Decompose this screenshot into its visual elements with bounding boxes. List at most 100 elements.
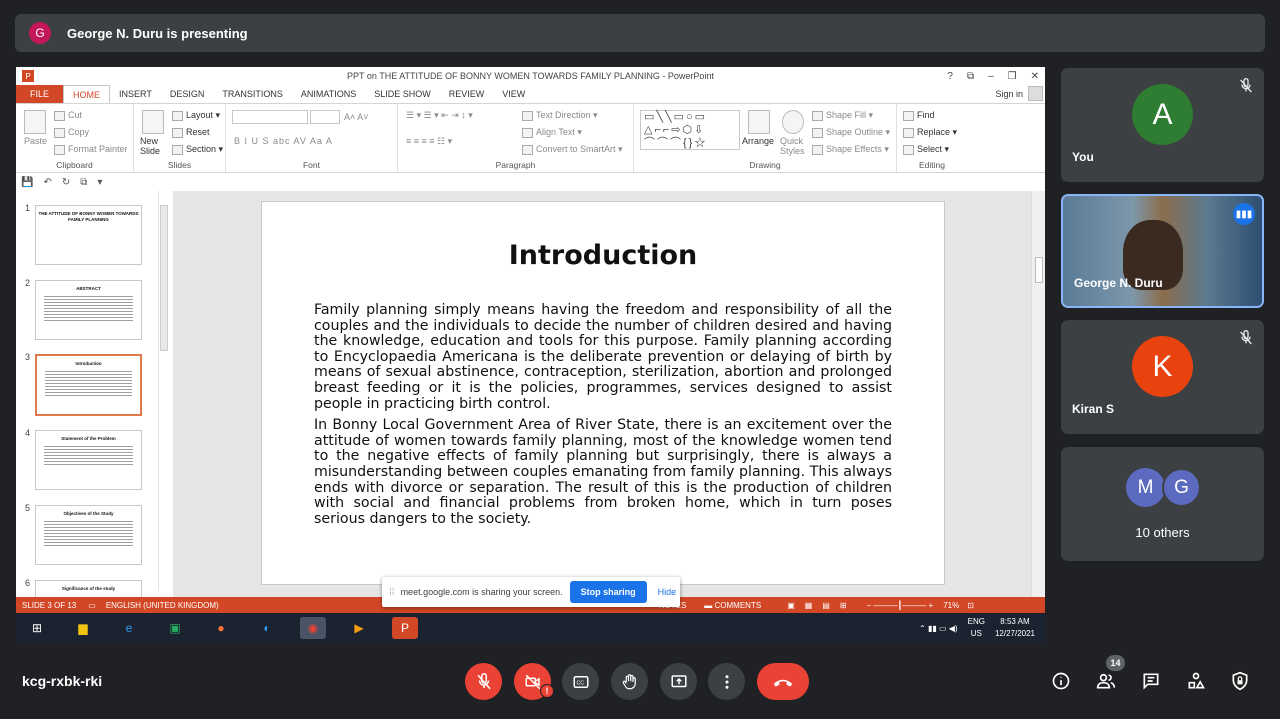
- more-options-button[interactable]: [708, 663, 745, 700]
- people-button[interactable]: [1095, 670, 1117, 692]
- sign-in-link[interactable]: Sign in: [995, 89, 1023, 99]
- select-button[interactable]: Select ▾: [903, 144, 949, 155]
- participant-tile-kiran[interactable]: K Kiran S: [1061, 320, 1264, 434]
- shape-fill-button[interactable]: Shape Fill ▾: [812, 110, 873, 121]
- fit-to-window-icon[interactable]: ⊡: [967, 601, 974, 610]
- format-painter-button[interactable]: Format Painter: [54, 144, 128, 155]
- meeting-details-button[interactable]: [1050, 670, 1072, 692]
- paste-button[interactable]: Paste: [24, 136, 47, 146]
- bullets-icon[interactable]: ☰ ▾ ☰ ▾ ⇤ ⇥ ↕ ▾: [406, 110, 473, 121]
- help-button[interactable]: ?: [947, 71, 953, 82]
- drag-handle-icon[interactable]: ⁞⁞: [389, 587, 395, 598]
- zoom-slider[interactable]: − ———┃——— +: [867, 601, 934, 610]
- shape-effects-button[interactable]: Shape Effects ▾: [812, 144, 889, 155]
- quick-styles-icon[interactable]: [782, 110, 804, 134]
- comments-button[interactable]: ▬ COMMENTS: [704, 601, 761, 610]
- leave-call-button[interactable]: [757, 663, 809, 700]
- arrange-button[interactable]: Arrange: [742, 136, 774, 146]
- captions-button[interactable]: CC: [562, 663, 599, 700]
- font-size-select[interactable]: [310, 110, 340, 124]
- smartart-button[interactable]: Convert to SmartArt ▾: [522, 144, 623, 155]
- reset-button[interactable]: Reset: [172, 127, 210, 138]
- quick-styles-button[interactable]: Quick Styles: [780, 136, 808, 156]
- windows-start-icon[interactable]: ⊞: [24, 617, 50, 639]
- customize-qat-icon[interactable]: ▾: [97, 177, 102, 188]
- cut-button[interactable]: Cut: [54, 110, 82, 121]
- store-icon[interactable]: ▣: [162, 617, 188, 639]
- copy-button[interactable]: Copy: [54, 127, 89, 138]
- firefox-icon[interactable]: ●: [208, 617, 234, 639]
- media-player-icon[interactable]: ▶: [346, 617, 372, 639]
- input-language[interactable]: ENG US: [968, 616, 985, 640]
- font-format-buttons[interactable]: B I U S abc AV Aa A: [234, 136, 333, 146]
- new-slide-icon[interactable]: [142, 110, 164, 134]
- tab-slide-show[interactable]: SLIDE SHOW: [365, 85, 440, 103]
- redo-icon[interactable]: ↻: [62, 177, 70, 188]
- scrollbar-thumb[interactable]: [160, 205, 168, 351]
- view-buttons-icon[interactable]: ▣▦▤⊞: [787, 601, 856, 610]
- edge-icon[interactable]: ◐: [254, 617, 280, 639]
- spellcheck-icon[interactable]: ▭: [88, 601, 96, 610]
- close-button[interactable]: ✕: [1031, 71, 1039, 82]
- raise-hand-button[interactable]: [611, 663, 648, 700]
- internet-explorer-icon[interactable]: e: [116, 617, 142, 639]
- layout-button[interactable]: Layout ▾: [172, 110, 220, 121]
- text-direction-button[interactable]: Text Direction ▾: [522, 110, 598, 121]
- tab-insert[interactable]: INSERT: [110, 85, 161, 103]
- stop-sharing-button[interactable]: Stop sharing: [569, 581, 647, 603]
- others-tile[interactable]: M G 10 others: [1061, 447, 1264, 561]
- font-name-select[interactable]: [232, 110, 308, 124]
- tab-review[interactable]: REVIEW: [440, 85, 494, 103]
- arrange-icon[interactable]: [748, 110, 770, 134]
- section-button[interactable]: Section ▾: [172, 144, 223, 155]
- shapes-gallery[interactable]: ▭╲╲▭○▭ △⌐⌐⇨⬡⇩ ⌒⌒⌒{}☆: [640, 110, 740, 150]
- replace-button[interactable]: Replace ▾: [903, 127, 957, 138]
- shape-outline-button[interactable]: Shape Outline ▾: [812, 127, 890, 138]
- present-screen-button[interactable]: [660, 663, 697, 700]
- tab-view[interactable]: VIEW: [493, 85, 534, 103]
- paste-icon[interactable]: [24, 110, 46, 134]
- mic-toggle-button[interactable]: [465, 663, 502, 700]
- zoom-level[interactable]: 71%: [943, 601, 959, 610]
- slide-thumbnail-1[interactable]: THE ATTITUDE OF BONNY WOMEN TOWARDS FAMI…: [35, 205, 142, 265]
- tab-home[interactable]: HOME: [63, 85, 111, 103]
- scrollbar-thumb[interactable]: [1035, 257, 1043, 283]
- start-slideshow-icon[interactable]: ⧉: [80, 177, 87, 188]
- participant-tile-you[interactable]: A You: [1061, 68, 1264, 182]
- align-icon[interactable]: ≡ ≡ ≡ ≡ ☷ ▾: [406, 136, 452, 147]
- user-icon[interactable]: [1028, 86, 1043, 101]
- minimize-button[interactable]: –: [988, 71, 994, 82]
- tab-transitions[interactable]: TRANSITIONS: [213, 85, 292, 103]
- tab-animations[interactable]: ANIMATIONS: [292, 85, 365, 103]
- thumbnails-scrollbar[interactable]: [158, 191, 168, 591]
- find-button[interactable]: Find: [903, 110, 935, 121]
- hide-button[interactable]: Hide: [658, 587, 677, 597]
- ribbon-display-button[interactable]: ⧉: [967, 71, 974, 82]
- current-slide[interactable]: Introduction Family planning simply mean…: [261, 201, 945, 585]
- file-explorer-icon[interactable]: ▆: [70, 617, 96, 639]
- tab-design[interactable]: DESIGN: [161, 85, 214, 103]
- participant-tile-presenter[interactable]: ▮▮▮ George N. Duru: [1061, 194, 1264, 308]
- slide-thumbnail-5[interactable]: Objectives of the Study: [35, 505, 142, 565]
- host-controls-button[interactable]: [1229, 670, 1251, 692]
- slide-scrollbar[interactable]: [1031, 191, 1045, 597]
- slide-thumbnail-3[interactable]: Introduction: [35, 354, 142, 416]
- tab-file[interactable]: FILE: [16, 85, 64, 103]
- group-font: A˄ A˅ B I U S abc AV Aa A Font: [226, 104, 398, 172]
- align-text-button[interactable]: Align Text ▾: [522, 127, 582, 138]
- undo-icon[interactable]: ↶: [43, 177, 51, 188]
- chat-button[interactable]: [1140, 670, 1162, 692]
- clock[interactable]: 8:53 AM 12/27/2021: [995, 616, 1035, 640]
- slide-thumbnail-2[interactable]: ABSTRACT: [35, 280, 142, 340]
- tray-icons[interactable]: ⌃ ▮▮ ▭ ◀): [919, 624, 958, 633]
- font-grow-icon[interactable]: A˄ A˅: [344, 112, 369, 122]
- save-icon[interactable]: 💾: [21, 177, 33, 188]
- restore-button[interactable]: ❐: [1008, 71, 1017, 82]
- slide-thumbnail-4[interactable]: Statement of the Problem: [35, 430, 142, 490]
- thumb-title: ABSTRACT: [76, 286, 101, 291]
- new-slide-button[interactable]: New Slide: [140, 136, 170, 156]
- activities-button[interactable]: [1185, 670, 1207, 692]
- language-status[interactable]: ENGLISH (UNITED KINGDOM): [106, 601, 219, 610]
- powerpoint-taskbar-icon[interactable]: P: [392, 617, 418, 639]
- chrome-icon[interactable]: ◉: [300, 617, 326, 639]
